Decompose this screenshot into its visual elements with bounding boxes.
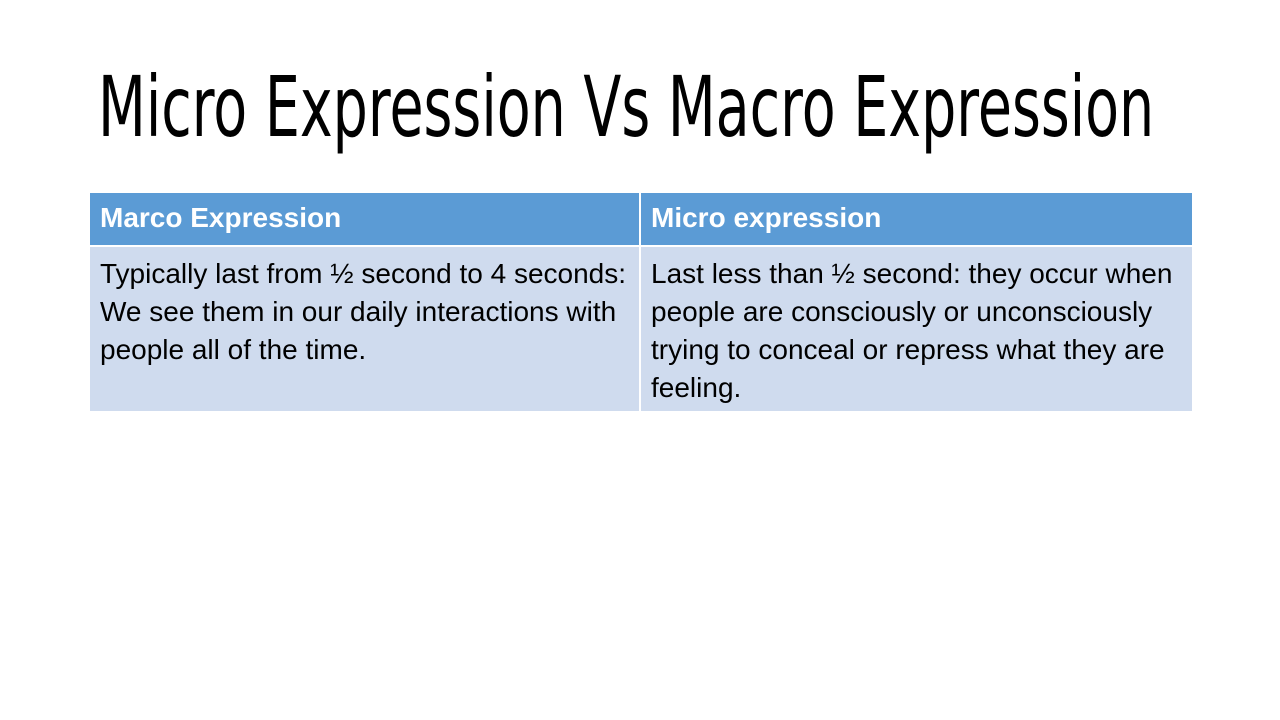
slide-title: Micro Expression Vs Macro Expression <box>98 58 1155 156</box>
table-header-row: Marco Expression Micro expression <box>88 191 1194 247</box>
comparison-table: Marco Expression Micro expression Typica… <box>88 191 1194 413</box>
table-cell-macro-description: Typically last from ½ second to 4 second… <box>88 245 641 413</box>
table-cell-micro-description: Last less than ½ second: they occur when… <box>639 245 1194 413</box>
table-row: Typically last from ½ second to 4 second… <box>88 245 1194 413</box>
column-header-macro: Marco Expression <box>88 191 641 247</box>
column-header-micro: Micro expression <box>639 191 1194 247</box>
